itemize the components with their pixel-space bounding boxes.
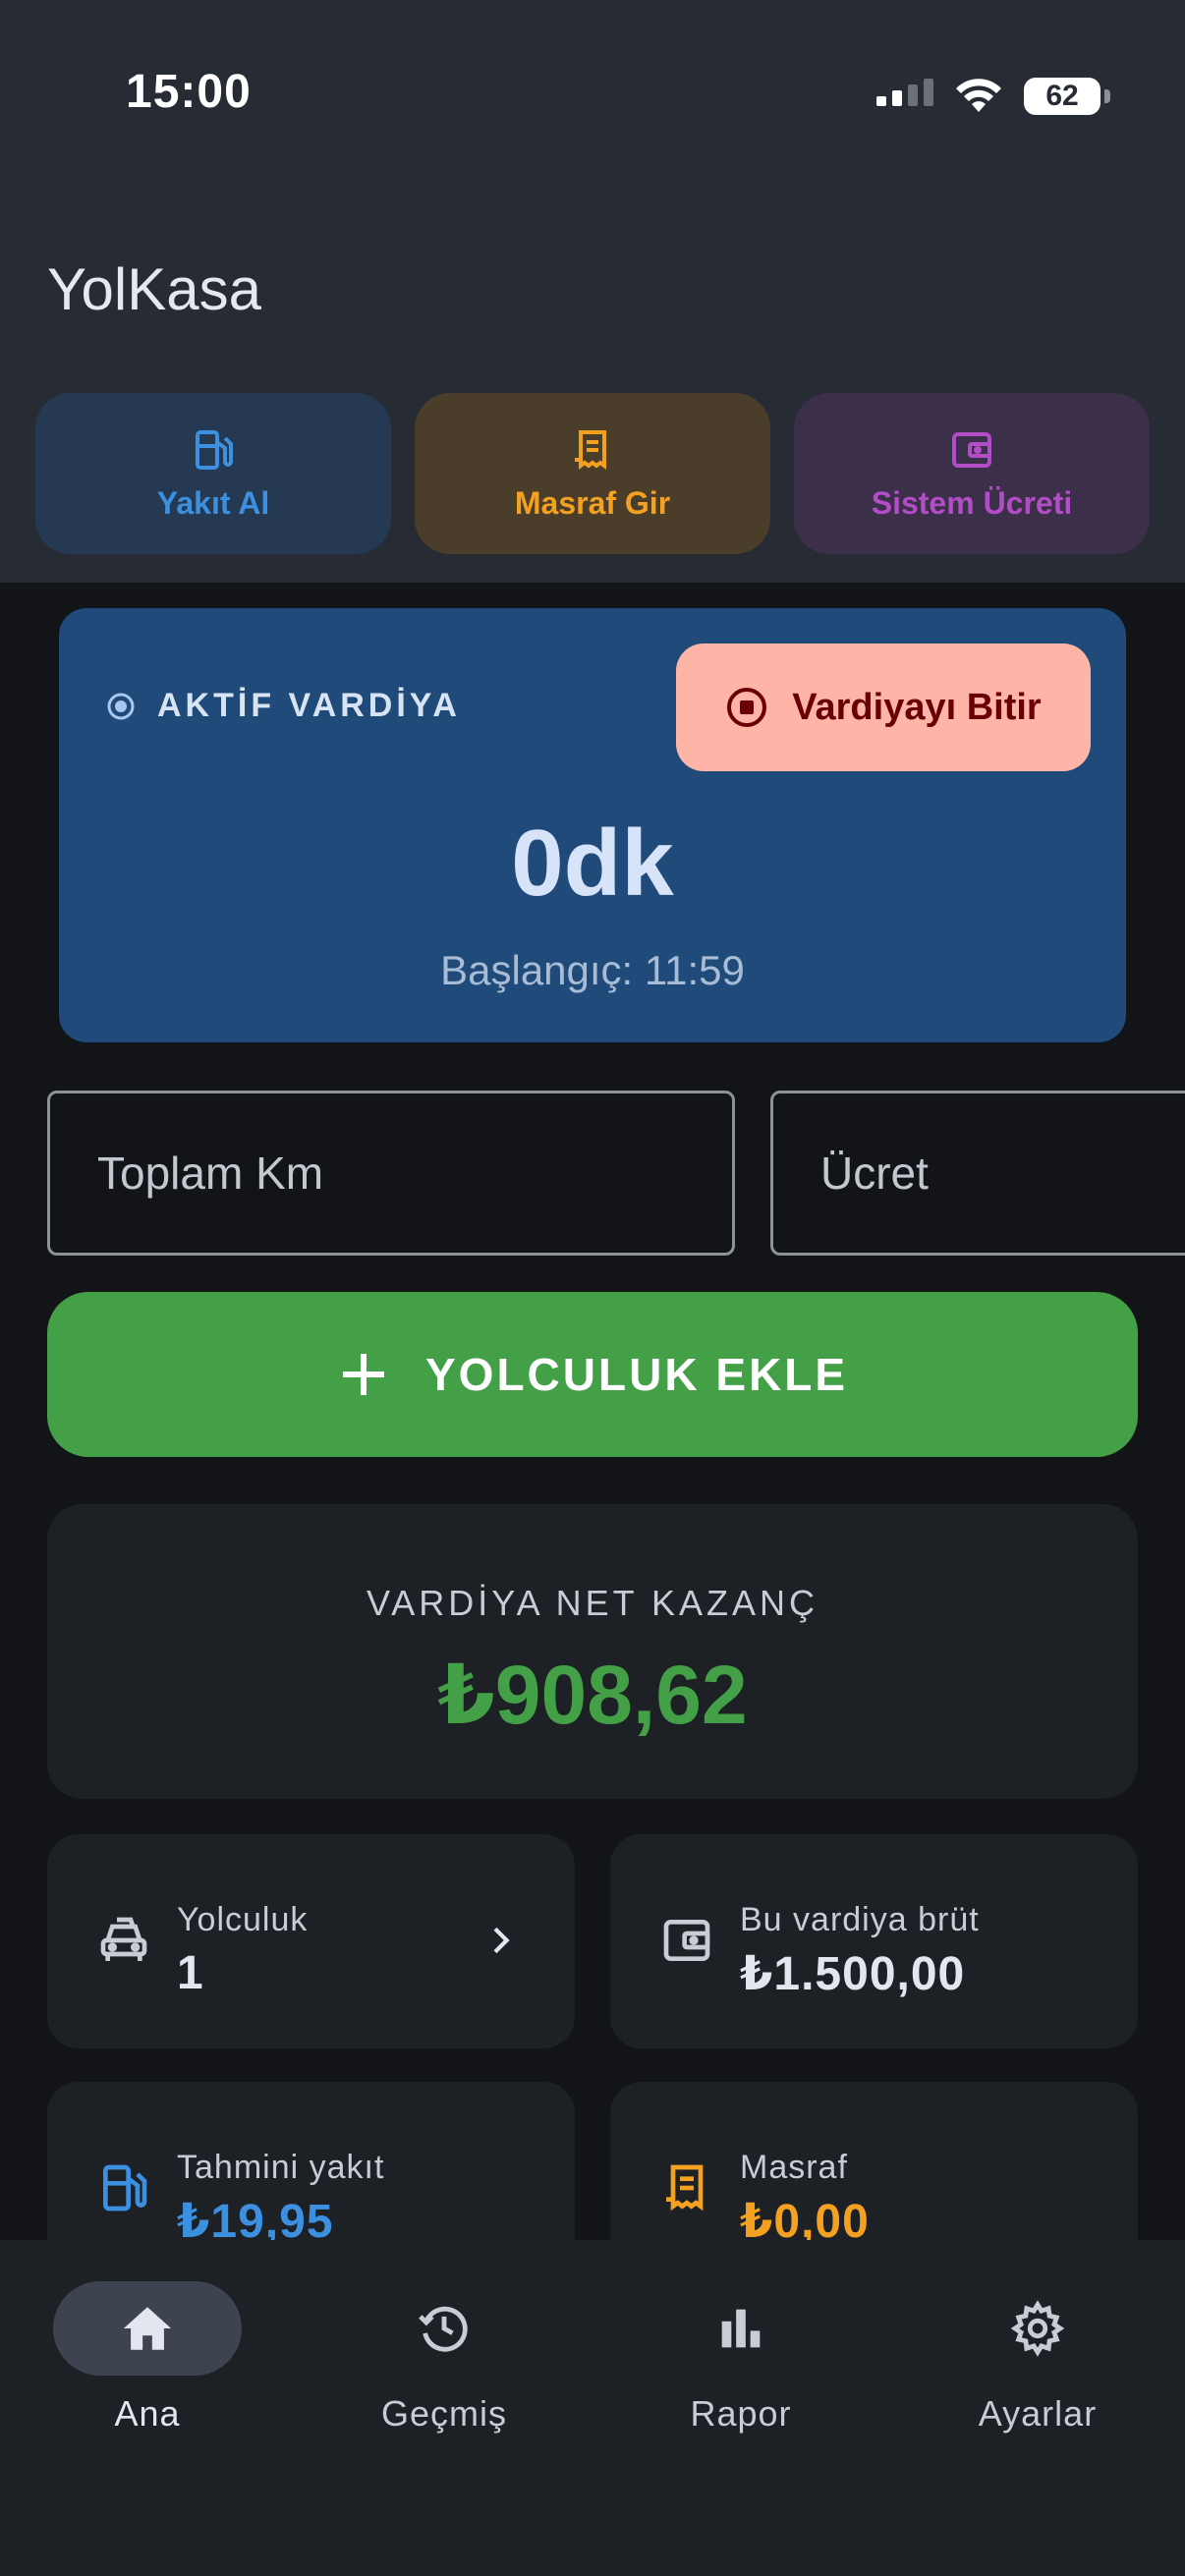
rides-value: 1 bbox=[177, 1947, 204, 1999]
battery-indicator: 62 bbox=[1024, 78, 1110, 115]
taxi-icon bbox=[100, 1917, 147, 1961]
nav-history[interactable]: Geçmiş bbox=[326, 2281, 562, 2458]
receipt-icon bbox=[575, 429, 606, 470]
total-km-input[interactable] bbox=[47, 1091, 735, 1256]
nav-history-pill bbox=[350, 2281, 538, 2376]
add-ride-button[interactable]: YOLCULUK EKLE bbox=[47, 1292, 1138, 1457]
wallet-icon bbox=[952, 431, 991, 468]
expense-value: ₺0,00 bbox=[740, 2196, 870, 2240]
shift-duration: 0dk bbox=[511, 811, 674, 916]
rides-label: Yolculuk bbox=[177, 1901, 309, 1938]
quick-actions: Yakıt Al Masraf Gir Sistem Ücreti bbox=[35, 393, 1150, 554]
rides-stat-card[interactable]: Yolculuk 1 bbox=[47, 1834, 575, 2048]
stop-circle-icon bbox=[727, 688, 767, 727]
status-bar: 15:00 62 bbox=[0, 0, 1185, 196]
net-earnings-value: ₺908,62 bbox=[437, 1649, 748, 1741]
nav-home-label: Ana bbox=[114, 2393, 181, 2434]
net-earnings-card: VARDİYA NET KAZANÇ ₺908,62 bbox=[47, 1504, 1138, 1799]
chevron-right-icon bbox=[493, 1927, 510, 1954]
end-shift-label: Vardiyayı Bitir bbox=[792, 686, 1042, 728]
net-earnings-label: VARDİYA NET KAZANÇ bbox=[366, 1583, 819, 1623]
status-icons: 62 bbox=[876, 73, 1110, 120]
fuel-button[interactable]: Yakıt Al bbox=[35, 393, 391, 554]
end-shift-button[interactable]: Vardiyayı Bitir bbox=[676, 644, 1091, 771]
expense-button[interactable]: Masraf Gir bbox=[415, 393, 770, 554]
app-header: YolKasa Yakıt Al Masraf Gir Sistem Ücret… bbox=[0, 196, 1185, 583]
status-time: 15:00 bbox=[126, 66, 252, 118]
system-fee-button[interactable]: Sistem Ücreti bbox=[794, 393, 1150, 554]
shift-start-time: Başlangıç: 11:59 bbox=[440, 947, 745, 993]
nav-report[interactable]: Rapor bbox=[623, 2281, 859, 2458]
main-content[interactable]: AKTİF VARDİYA Vardiyayı Bitir 0dk Başlan… bbox=[0, 583, 1185, 2240]
fuel-pump-icon bbox=[103, 2164, 147, 2212]
add-ride-label: YOLCULUK EKLE bbox=[425, 1349, 848, 1400]
receipt-icon bbox=[666, 2164, 704, 2212]
plus-icon bbox=[343, 1354, 384, 1395]
home-icon bbox=[123, 2307, 172, 2350]
gross-stat-card: Bu vardiya brüt ₺1.500,00 bbox=[610, 1834, 1138, 2048]
gross-label: Bu vardiya brüt bbox=[740, 1901, 980, 1938]
fuel-stat-card: Tahmini yakıt ₺19,95 bbox=[47, 2082, 575, 2240]
gear-icon bbox=[1010, 2300, 1065, 2357]
nav-home[interactable]: Ana bbox=[29, 2281, 265, 2458]
active-shift-label: AKTİF VARDİYA bbox=[106, 687, 461, 725]
expense-button-label: Masraf Gir bbox=[514, 484, 671, 521]
wallet-icon bbox=[663, 1920, 710, 1961]
expense-stat-card: Masraf ₺0,00 bbox=[610, 2082, 1138, 2240]
cellular-signal-icon bbox=[876, 79, 933, 106]
nav-settings[interactable]: Ayarlar bbox=[920, 2281, 1156, 2458]
nav-home-pill bbox=[53, 2281, 242, 2376]
app-title: YolKasa bbox=[47, 256, 261, 322]
fuel-label: Tahmini yakıt bbox=[177, 2149, 385, 2186]
nav-report-label: Rapor bbox=[690, 2393, 792, 2434]
history-icon bbox=[419, 2306, 468, 2352]
nav-history-label: Geçmiş bbox=[380, 2393, 507, 2434]
ride-inputs bbox=[47, 1091, 1185, 1256]
nav-report-pill bbox=[647, 2281, 835, 2376]
nav-settings-label: Ayarlar bbox=[978, 2393, 1098, 2434]
gross-value: ₺1.500,00 bbox=[740, 1948, 966, 2000]
active-shift-card: AKTİF VARDİYA Vardiyayı Bitir 0dk Başlan… bbox=[59, 608, 1126, 1042]
bottom-navigation: Ana Geçmiş Rapor Ayarlar bbox=[0, 2240, 1185, 2576]
fuel-pump-icon bbox=[196, 429, 233, 470]
expense-label: Masraf bbox=[740, 2149, 848, 2186]
fuel-button-label: Yakıt Al bbox=[156, 484, 270, 521]
active-shift-text: AKTİF VARDİYA bbox=[157, 687, 461, 724]
nav-settings-pill bbox=[943, 2281, 1132, 2376]
radio-dot-icon bbox=[107, 693, 135, 719]
system-fee-button-label: Sistem Ücreti bbox=[871, 484, 1073, 521]
fuel-value: ₺19,95 bbox=[177, 2196, 334, 2240]
wifi-icon bbox=[956, 79, 1001, 112]
bar-chart-icon bbox=[721, 2309, 761, 2348]
fare-input[interactable] bbox=[770, 1091, 1185, 1256]
